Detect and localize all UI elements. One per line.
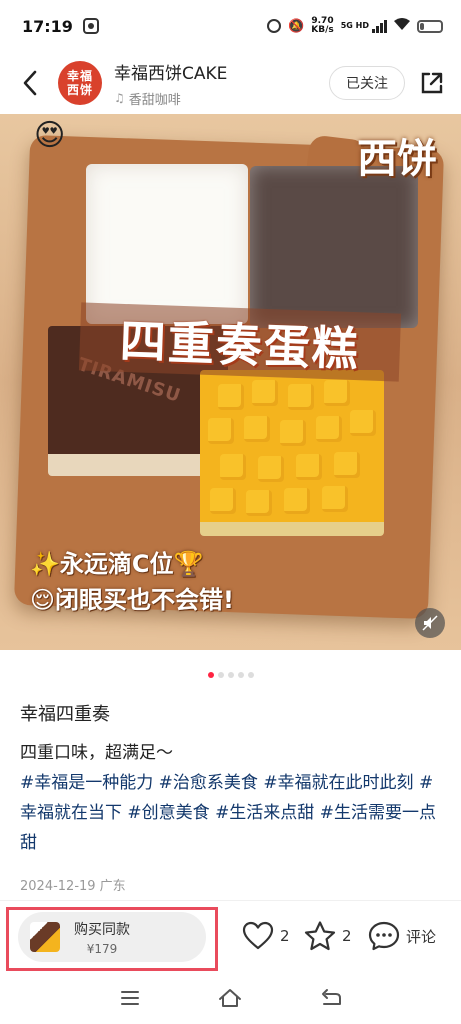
image-title-overlay: 四重奏蛋糕	[78, 302, 402, 382]
product-thumbnail	[30, 922, 60, 952]
pagination-dot	[237, 672, 244, 678]
mute-button[interactable]	[415, 608, 445, 638]
return-icon	[321, 989, 341, 1005]
pagination-dot	[247, 672, 254, 678]
return-button[interactable]	[318, 985, 344, 1011]
bottom-action-bar: 购买同款 ¥179 2 2 评论	[0, 902, 461, 972]
comment-button[interactable]: 评论	[368, 920, 436, 952]
network-type: 5G HD	[340, 21, 369, 30]
image-caption-1: ✨永远滴C位🏆	[30, 550, 204, 578]
mute-icon	[422, 615, 438, 631]
back-button[interactable]	[16, 63, 44, 103]
buy-same-button[interactable]: 购买同款 ¥179	[18, 912, 206, 962]
favorite-count: 2	[342, 927, 352, 945]
share-button[interactable]	[419, 70, 445, 96]
network-speed: 9.70 KB/s	[311, 17, 333, 35]
cake-mango	[200, 370, 384, 536]
like-count: 2	[280, 927, 290, 945]
emoji-decoration: 😍	[34, 118, 66, 153]
author-info[interactable]: 幸福西饼CAKE ♫ 香甜咖啡	[114, 59, 227, 108]
hashtag[interactable]: #幸福是一种能力	[20, 773, 153, 793]
battery-icon	[417, 19, 443, 33]
favorite-button[interactable]: 2	[304, 920, 352, 952]
image-pagination	[0, 672, 461, 678]
hashtag[interactable]: #生活来点甜	[215, 803, 314, 823]
home-icon	[219, 989, 242, 1007]
like-button[interactable]: 2	[242, 920, 290, 952]
pagination-dot	[207, 672, 214, 678]
note-text: 四重口味，超满足～	[20, 743, 173, 763]
menu-button[interactable]	[117, 985, 143, 1011]
avatar-text: 幸福西饼	[66, 69, 93, 97]
hashtag[interactable]: #创意美食	[127, 803, 209, 823]
buy-price: ¥179	[86, 941, 118, 956]
note-header: 幸福西饼 幸福西饼CAKE ♫ 香甜咖啡 已关注	[0, 52, 461, 114]
divider	[0, 900, 461, 901]
note-body: 四重口味，超满足～ #幸福是一种能力 #治愈系美食 #幸福就在此时此刻 #幸福就…	[20, 738, 445, 858]
author-name[interactable]: 幸福西饼CAKE	[114, 59, 227, 84]
heart-icon	[242, 921, 274, 950]
back-icon	[23, 70, 37, 96]
alarm-icon	[267, 19, 282, 33]
mute-status-icon: 🔕	[288, 18, 305, 34]
hashtag[interactable]: #治愈系美食	[159, 773, 258, 793]
system-nav-bar	[0, 972, 461, 1024]
cake-dark-chocolate	[250, 166, 418, 328]
note-title: 幸福四重奏	[20, 704, 110, 725]
buy-label: 购买同款	[74, 921, 130, 938]
hashtag[interactable]: #幸福就在此时此刻	[263, 773, 413, 793]
music-label: 香甜咖啡	[128, 92, 181, 108]
status-time: 17:19	[22, 16, 73, 36]
signal-icon	[372, 19, 387, 33]
status-bar: 17:19 🔕 9.70 KB/s 5G HD	[0, 0, 461, 52]
notification-icon	[82, 18, 99, 34]
avatar[interactable]: 幸福西饼	[58, 61, 102, 105]
image-corner-label: 西饼	[357, 136, 437, 182]
home-button[interactable]	[217, 985, 243, 1011]
share-icon	[421, 72, 443, 94]
wifi-icon	[394, 17, 410, 35]
music-info[interactable]: ♫ 香甜咖啡	[114, 89, 227, 108]
star-icon	[304, 921, 336, 951]
image-caption-2: 😌闭眼买也不会错!	[30, 586, 234, 614]
comment-label: 评论	[406, 927, 437, 946]
comment-icon	[368, 921, 400, 951]
network-speed-unit: KB/s	[311, 25, 334, 35]
music-icon: ♫	[114, 91, 125, 105]
note-date: 2024-12-19 广东	[20, 879, 126, 894]
menu-icon	[121, 991, 140, 1005]
follow-button[interactable]: 已关注	[329, 66, 405, 100]
cake-white-chocolate	[86, 164, 248, 324]
pagination-dot	[217, 672, 224, 678]
note-image[interactable]: TIRAMISU 😍 西饼 四重奏蛋糕 ✨永远滴C位🏆 😌闭眼买也不会错!	[0, 114, 461, 650]
pagination-dot	[227, 672, 234, 678]
